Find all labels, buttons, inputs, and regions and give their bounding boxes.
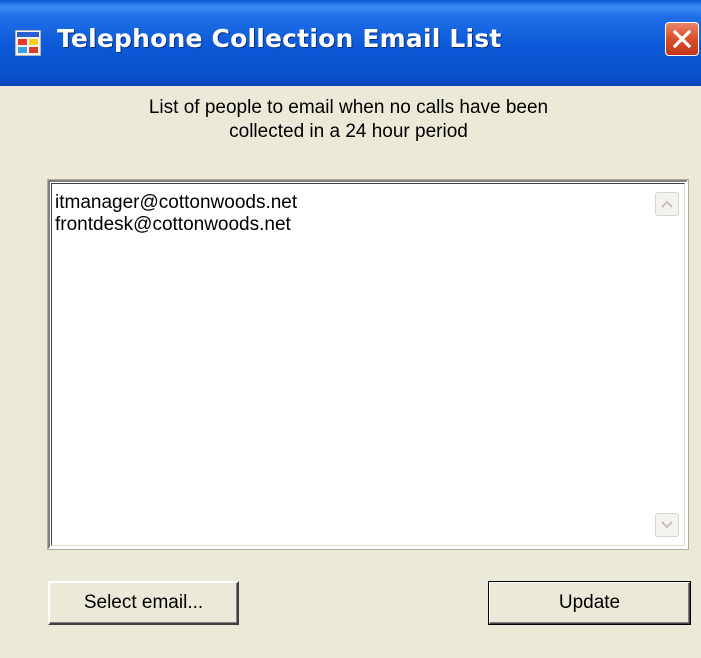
instructions-label: List of people to email when no calls ha… xyxy=(0,96,701,144)
close-icon xyxy=(672,29,692,49)
chevron-down-icon xyxy=(661,521,673,529)
email-list-items: itmanager@cottonwoods.net frontdesk@cott… xyxy=(55,192,297,236)
email-list-item[interactable]: frontdesk@cottonwoods.net xyxy=(55,214,297,236)
scroll-up-button[interactable] xyxy=(655,192,679,216)
select-email-button[interactable]: Select email... xyxy=(48,581,239,625)
application-icon xyxy=(15,30,41,56)
update-button[interactable]: Update xyxy=(488,581,691,625)
vertical-scrollbar[interactable] xyxy=(650,184,684,545)
email-list-window: Telephone Collection Email List List of … xyxy=(0,0,701,658)
instructions-line-1: List of people to email when no calls ha… xyxy=(148,97,549,118)
email-list-frame: itmanager@cottonwoods.net frontdesk@cott… xyxy=(51,183,685,546)
email-list-item[interactable]: itmanager@cottonwoods.net xyxy=(55,192,297,214)
email-list-box[interactable]: itmanager@cottonwoods.net frontdesk@cott… xyxy=(47,179,689,550)
title-bar[interactable]: Telephone Collection Email List xyxy=(0,0,701,86)
close-button[interactable] xyxy=(665,22,699,56)
instructions-line-2: collected in a 24 hour period xyxy=(229,121,468,142)
scroll-down-button[interactable] xyxy=(655,513,679,537)
chevron-up-icon xyxy=(661,200,673,208)
window-title: Telephone Collection Email List xyxy=(57,24,502,53)
